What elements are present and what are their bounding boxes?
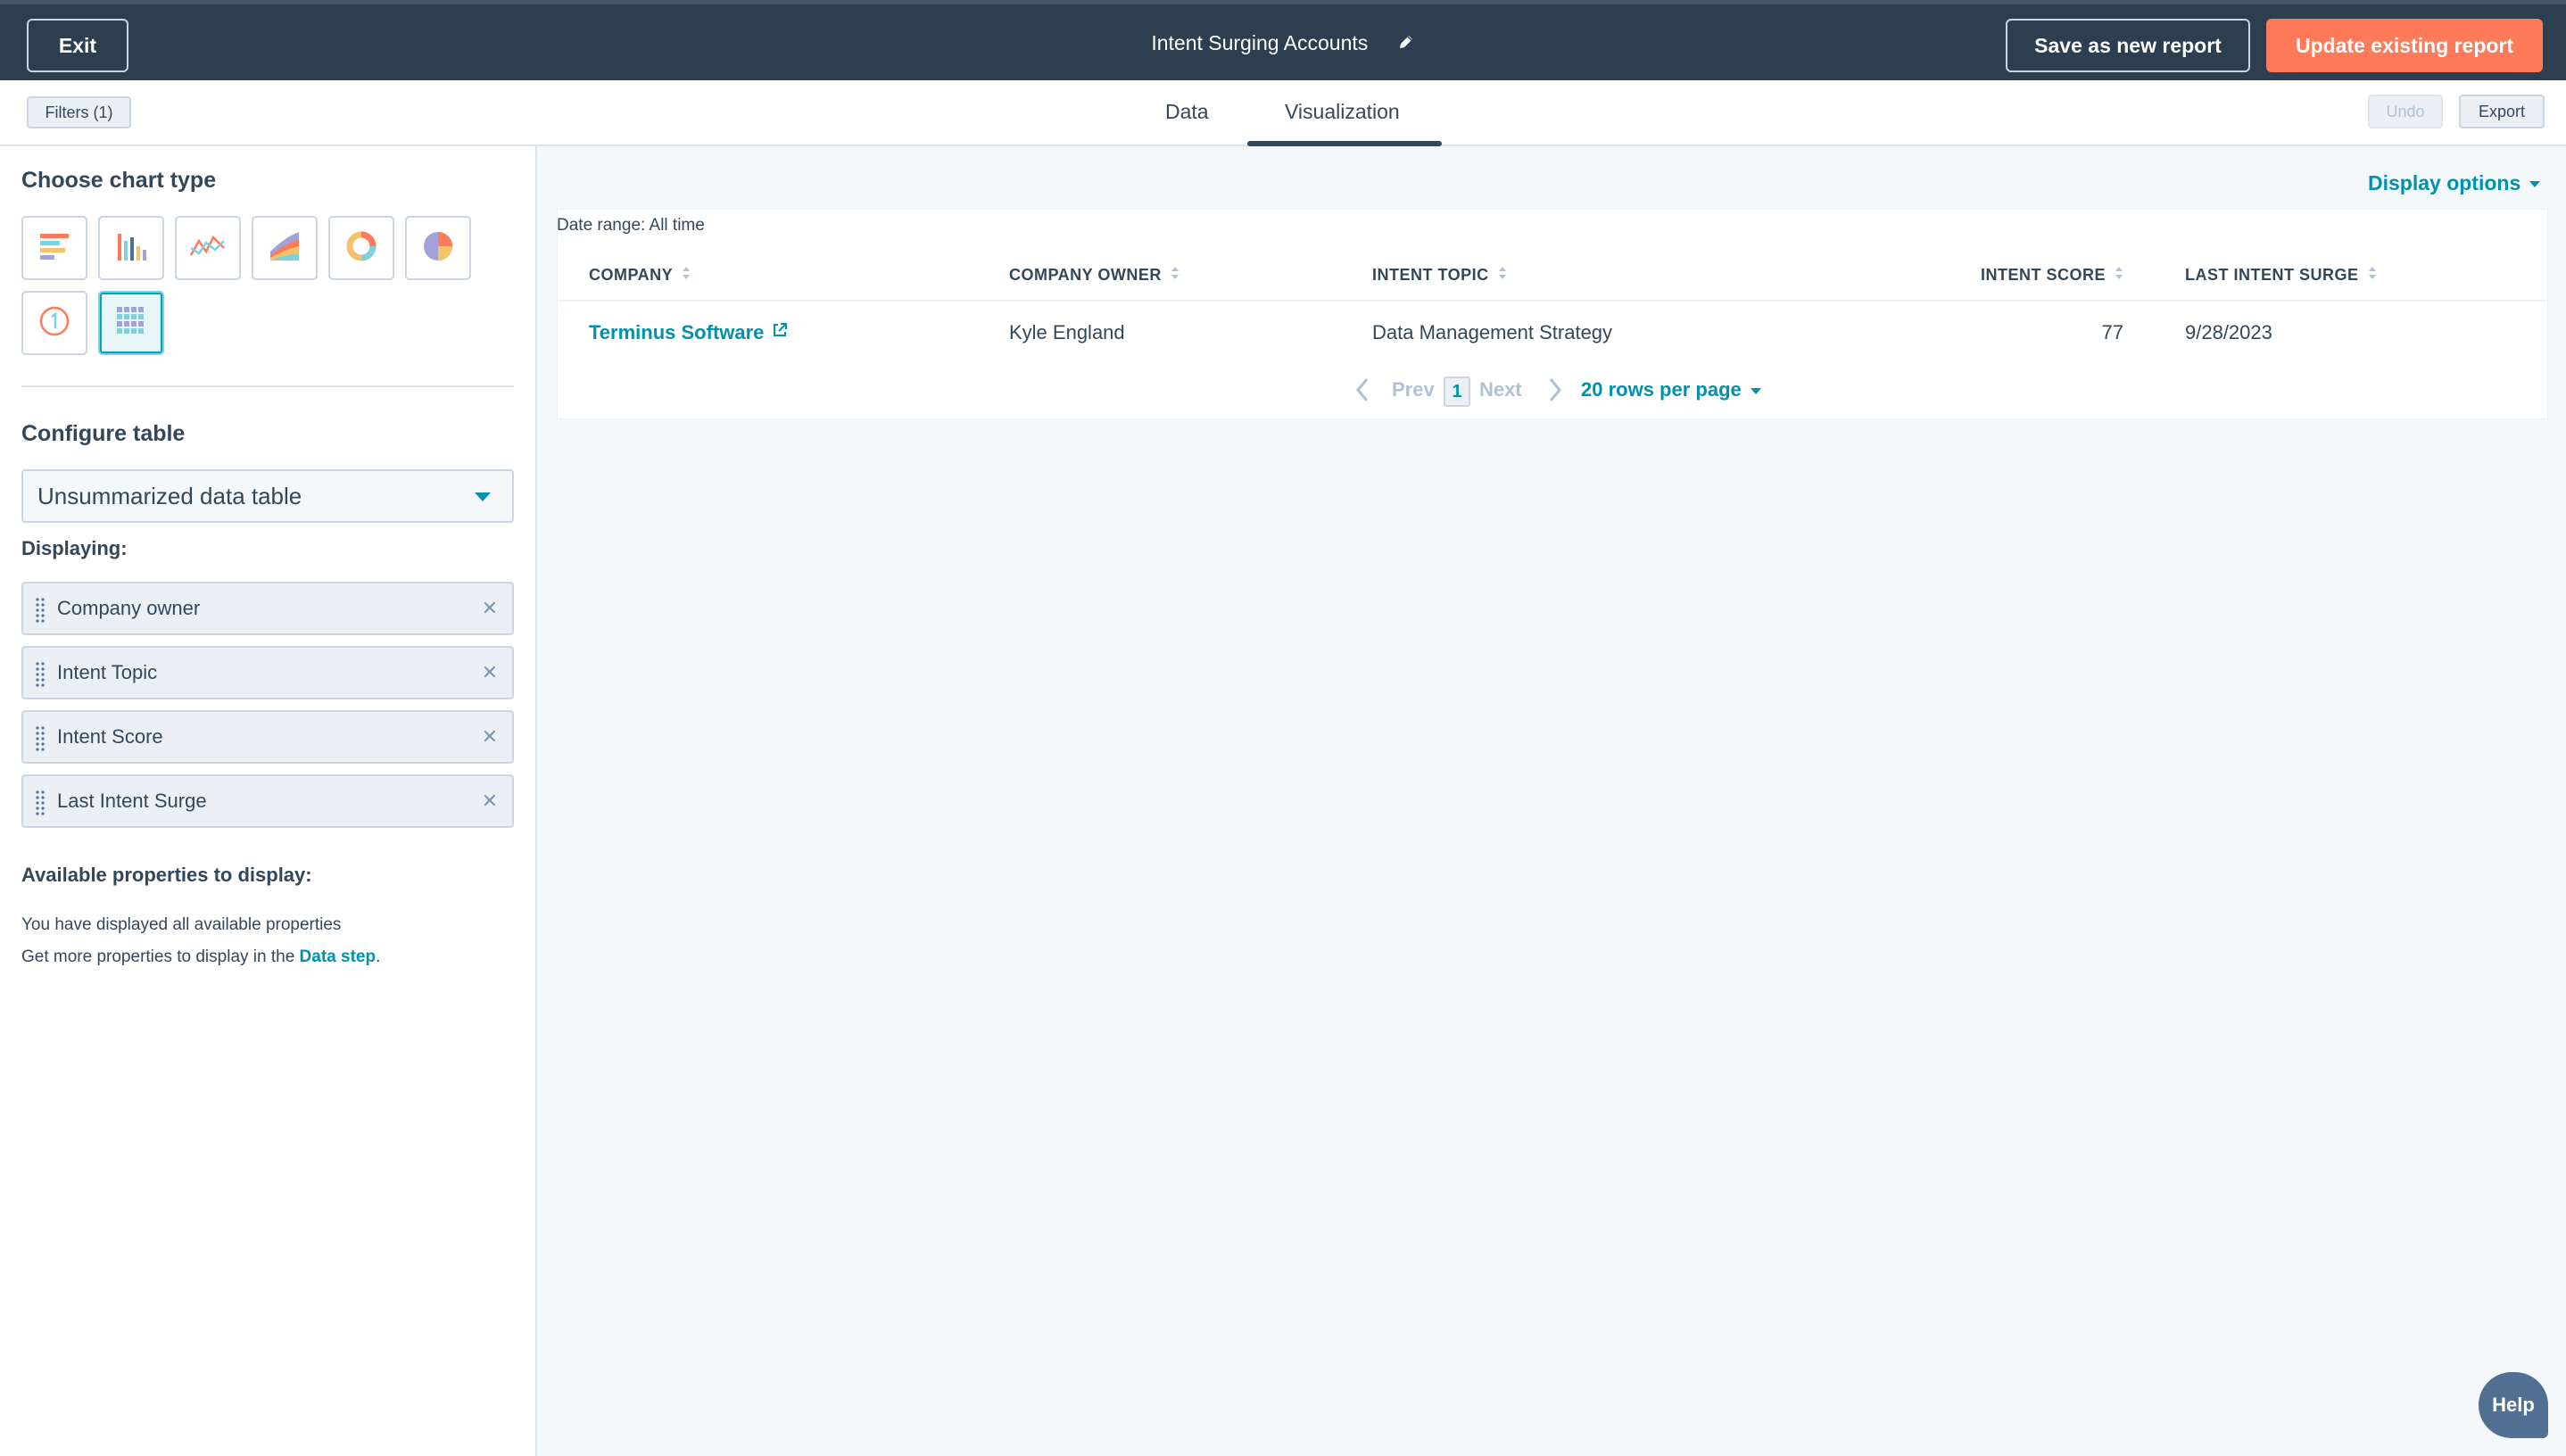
chart-type-kpi[interactable] bbox=[21, 291, 87, 355]
chevron-down-icon bbox=[475, 492, 491, 501]
top-bar: Exit Intent Surging Accounts Save as new… bbox=[0, 0, 2566, 80]
table-chart-icon bbox=[115, 305, 147, 342]
data-step-hint: Get more properties to display in the Da… bbox=[21, 947, 380, 967]
column-header-label: INTENT TOPIC bbox=[1372, 266, 1489, 284]
data-step-link[interactable]: Data step bbox=[300, 947, 377, 966]
edit-title-pencil-icon[interactable] bbox=[1397, 32, 1415, 56]
column-header-intent-score[interactable]: INTENT SCORE bbox=[1981, 264, 2123, 286]
export-button[interactable]: Export bbox=[2459, 95, 2545, 128]
chart-type-line[interactable] bbox=[175, 216, 241, 280]
date-range-label: Date range: All time bbox=[557, 216, 705, 235]
sub-nav: Filters (1) Data Visualization Undo Expo… bbox=[0, 80, 2566, 146]
remove-property-close-icon[interactable]: ✕ bbox=[482, 662, 498, 683]
help-button[interactable]: Help bbox=[2479, 1372, 2548, 1438]
column-header-label: COMPANY bbox=[589, 266, 674, 284]
chart-type-horizontal-bar[interactable] bbox=[21, 216, 87, 280]
table-cell-last-intent-surge: 9/28/2023 bbox=[2185, 321, 2272, 343]
area-chart-icon bbox=[267, 228, 302, 269]
table-cell-company-link[interactable]: Terminus Software bbox=[589, 321, 789, 344]
displayed-property-item[interactable]: Company owner ✕ bbox=[21, 582, 514, 635]
choose-chart-type-heading: Choose chart type bbox=[21, 168, 217, 193]
available-properties-heading: Available properties to display: bbox=[21, 864, 312, 886]
sort-icon[interactable] bbox=[2115, 264, 2123, 286]
chart-type-vertical-bar[interactable] bbox=[98, 216, 164, 280]
kpi-number-icon bbox=[37, 303, 72, 343]
tab-visualization[interactable]: Visualization bbox=[1285, 100, 1400, 124]
external-link-icon[interactable] bbox=[771, 321, 789, 344]
report-title[interactable]: Intent Surging Accounts bbox=[1151, 31, 1368, 54]
displaying-label: Displaying: bbox=[21, 537, 128, 559]
table-type-value: Unsummarized data table bbox=[37, 482, 302, 509]
property-label: Last Intent Surge bbox=[57, 790, 207, 812]
column-header-last-intent-surge[interactable]: LAST INTENT SURGE bbox=[2185, 264, 2377, 286]
remove-property-close-icon[interactable]: ✕ bbox=[482, 598, 498, 619]
table-header-divider bbox=[557, 300, 2548, 302]
column-header-intent-topic[interactable]: INTENT TOPIC bbox=[1372, 264, 1507, 286]
sort-icon[interactable] bbox=[2368, 264, 2377, 286]
drag-handle-icon[interactable] bbox=[36, 598, 45, 628]
sort-icon[interactable] bbox=[1498, 264, 1507, 286]
column-header-company[interactable]: COMPANY bbox=[589, 264, 691, 286]
available-properties-note: You have displayed all available propert… bbox=[21, 915, 342, 934]
chevron-down-icon bbox=[2529, 181, 2541, 188]
donut-chart-icon bbox=[344, 228, 379, 269]
tab-data[interactable]: Data bbox=[1165, 100, 1209, 124]
rows-per-page-label: 20 rows per page bbox=[1581, 378, 1742, 401]
data-step-suffix: . bbox=[376, 947, 381, 966]
prev-page-button[interactable]: Prev bbox=[1392, 378, 1435, 401]
table-cell-intent-score: 77 bbox=[2101, 321, 2123, 343]
chart-type-area[interactable] bbox=[252, 216, 318, 280]
next-page-chevron-right-icon[interactable] bbox=[1547, 376, 1563, 409]
drag-handle-icon[interactable] bbox=[36, 790, 45, 821]
remove-property-close-icon[interactable]: ✕ bbox=[482, 726, 498, 748]
drag-handle-icon[interactable] bbox=[36, 726, 45, 757]
chevron-down-icon bbox=[1750, 387, 1761, 394]
remove-property-close-icon[interactable]: ✕ bbox=[482, 790, 498, 812]
update-existing-report-button[interactable]: Update existing report bbox=[2266, 19, 2543, 72]
company-name: Terminus Software bbox=[589, 321, 765, 343]
column-header-label: LAST INTENT SURGE bbox=[2185, 266, 2359, 284]
prev-page-chevron-left-icon[interactable] bbox=[1354, 376, 1370, 409]
property-label: Intent Topic bbox=[57, 661, 158, 683]
line-chart-icon bbox=[188, 230, 228, 267]
chart-type-donut[interactable] bbox=[328, 216, 394, 280]
drag-handle-icon[interactable] bbox=[36, 662, 45, 692]
save-as-new-report-button[interactable]: Save as new report bbox=[2006, 19, 2250, 72]
displayed-property-item[interactable]: Last Intent Surge ✕ bbox=[21, 774, 514, 828]
property-label: Company owner bbox=[57, 597, 201, 619]
undo-button[interactable]: Undo bbox=[2368, 95, 2443, 128]
vertical-bar-chart-icon bbox=[113, 228, 149, 269]
displayed-property-item[interactable]: Intent Topic ✕ bbox=[21, 646, 514, 699]
section-divider bbox=[21, 385, 514, 387]
table-cell-company-owner: Kyle England bbox=[1009, 321, 1125, 343]
property-label: Intent Score bbox=[57, 725, 163, 748]
column-header-company-owner[interactable]: COMPANY OWNER bbox=[1009, 264, 1180, 286]
column-header-label: COMPANY OWNER bbox=[1009, 266, 1162, 284]
table-type-select[interactable]: Unsummarized data table bbox=[21, 469, 514, 523]
chart-type-table[interactable] bbox=[98, 291, 164, 355]
horizontal-bar-chart-icon bbox=[37, 230, 72, 267]
display-options-dropdown[interactable]: Display options bbox=[2368, 171, 2541, 195]
filters-button[interactable]: Filters (1) bbox=[27, 96, 131, 128]
next-page-button[interactable]: Next bbox=[1479, 378, 1522, 401]
sort-icon[interactable] bbox=[682, 264, 691, 286]
displayed-property-item[interactable]: Intent Score ✕ bbox=[21, 710, 514, 764]
pie-chart-icon bbox=[420, 228, 456, 269]
column-header-label: INTENT SCORE bbox=[1981, 266, 2107, 284]
current-page-number[interactable]: 1 bbox=[1444, 376, 1470, 407]
sort-icon[interactable] bbox=[1171, 264, 1180, 286]
configure-table-heading: Configure table bbox=[21, 421, 186, 446]
table-cell-intent-topic: Data Management Strategy bbox=[1372, 321, 1613, 343]
left-config-panel: Choose chart type Configure table Unsumm… bbox=[0, 146, 537, 1456]
display-options-label: Display options bbox=[2368, 171, 2521, 194]
data-step-prefix: Get more properties to display in the bbox=[21, 947, 300, 966]
rows-per-page-dropdown[interactable]: 20 rows per page bbox=[1581, 378, 1761, 401]
chart-type-pie[interactable] bbox=[405, 216, 471, 280]
